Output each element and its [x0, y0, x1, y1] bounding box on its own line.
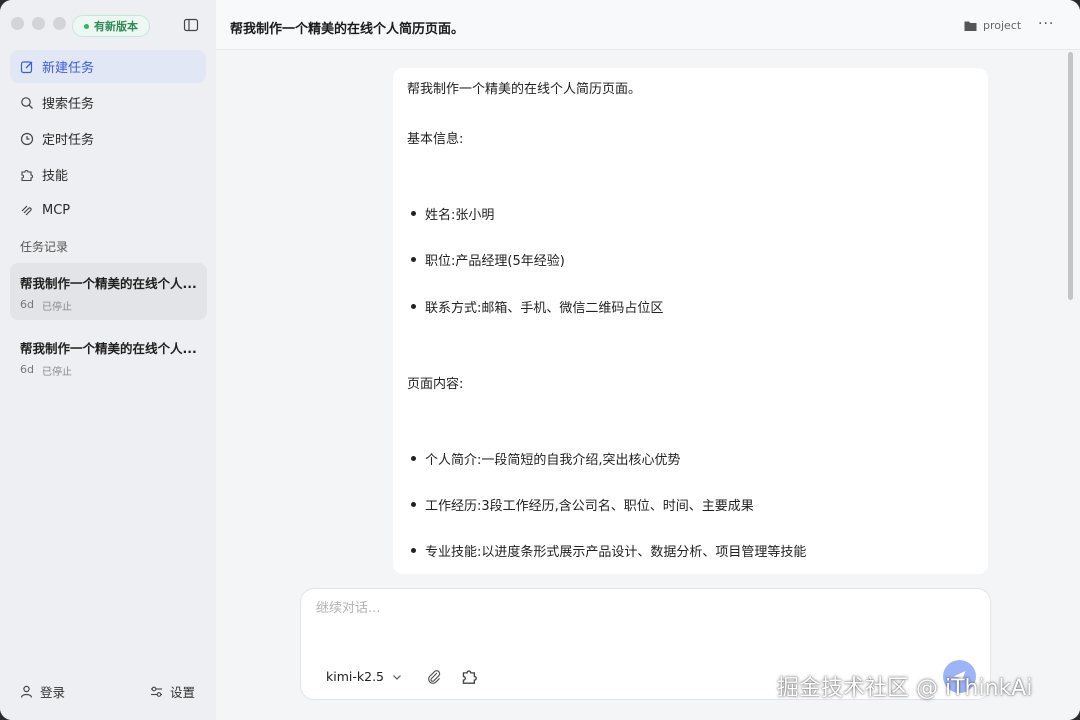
- list-item: 专业技能:以进度条形式展示产品设计、数据分析、项目管理等技能: [411, 541, 806, 560]
- task-title: 帮我制作一个精美的在线个人...: [20, 341, 197, 356]
- watermark: 掘金技术社区 @ iThinkAi: [777, 676, 1033, 701]
- mcp-icon: [21, 205, 32, 215]
- edit-icon: [20, 60, 33, 73]
- task-title: 帮我制作一个精美的在线个人...: [20, 276, 197, 291]
- sliders-icon: [151, 686, 162, 697]
- section-heading-page-content: 页面内容:: [407, 377, 464, 392]
- list-item: 工作经历:3段工作经历,含公司名、职位、时间、主要成果: [411, 495, 754, 514]
- list-item-text: 姓名:张小明: [425, 208, 495, 223]
- sidebar-item-label: 定时任务: [42, 133, 95, 148]
- sidebar: 有新版本 新建任务 搜索任务 定时任务 技能 MCP 任务记录 帮我制作一个精美…: [0, 0, 216, 720]
- settings-button[interactable]: 设置: [150, 682, 195, 701]
- task-history-item[interactable]: 帮我制作一个精美的在线个人... 6d 已停止: [10, 263, 207, 320]
- task-status: 已停止: [41, 302, 72, 313]
- chat-input[interactable]: [316, 601, 916, 616]
- sidebar-item-label: 新建任务: [42, 61, 95, 76]
- task-history-item[interactable]: 帮我制作一个精美的在线个人... 6d 已停止: [10, 328, 207, 385]
- sidebar-item-search[interactable]: 搜索任务: [10, 86, 206, 119]
- close-window-button[interactable]: [11, 17, 24, 30]
- list-item: 姓名:张小明: [411, 204, 494, 223]
- sidebar-item-scheduled[interactable]: 定时任务: [10, 122, 206, 155]
- status-dot-icon: [84, 23, 89, 29]
- list-item: 职位:产品经理(5年经验): [411, 250, 565, 269]
- plugin-icon[interactable]: [461, 668, 478, 685]
- section-heading-basic-info: 基本信息:: [407, 132, 464, 147]
- search-icon: [21, 96, 33, 109]
- task-status: 已停止: [41, 367, 72, 378]
- task-age: 6d: [20, 298, 34, 311]
- sidebar-item-skills[interactable]: 技能: [10, 158, 206, 191]
- sidebar-item-new-task[interactable]: 新建任务: [10, 50, 206, 83]
- page-title: 帮我制作一个精美的在线个人简历页面。: [230, 22, 465, 37]
- settings-label: 设置: [170, 685, 196, 700]
- user-message-card: 帮我制作一个精美的在线个人简历页面。 基本信息: 姓名:张小明 职位:产品经理(…: [393, 68, 988, 574]
- sidebar-nav: 新建任务 搜索任务 定时任务 技能 MCP: [10, 50, 206, 230]
- sidebar-item-label: MCP: [42, 203, 71, 218]
- puzzle-icon: [21, 169, 33, 181]
- list-item-text: 专业技能:以进度条形式展示产品设计、数据分析、项目管理等技能: [425, 545, 807, 560]
- minimize-window-button[interactable]: [32, 17, 45, 30]
- more-options-icon[interactable]: ···: [1038, 16, 1054, 32]
- new-version-label: 有新版本: [94, 20, 138, 33]
- topbar: 帮我制作一个精美的在线个人简历页面。 project ···: [216, 0, 1080, 50]
- list-item: 个人简介:一段简短的自我介绍,突出核心优势: [411, 449, 681, 468]
- model-selector[interactable]: kimi-k2.5: [326, 669, 402, 684]
- main-panel: 帮我制作一个精美的在线个人简历页面。 project ··· 帮我制作一个精美的…: [216, 0, 1080, 720]
- login-button[interactable]: 登录: [20, 682, 65, 701]
- task-age: 6d: [20, 363, 34, 376]
- message-intro: 帮我制作一个精美的在线个人简历页面。: [407, 82, 642, 97]
- window-controls: [11, 17, 66, 30]
- sidebar-toggle-icon[interactable]: [183, 17, 199, 33]
- project-button[interactable]: project: [964, 19, 1021, 32]
- list-item-text: 工作经历:3段工作经历,含公司名、职位、时间、主要成果: [425, 499, 754, 514]
- paperclip-icon[interactable]: [426, 668, 442, 684]
- scrollbar[interactable]: [1068, 52, 1073, 300]
- user-icon: [20, 685, 33, 698]
- maximize-window-button[interactable]: [53, 17, 66, 30]
- project-label: project: [983, 19, 1022, 32]
- new-version-badge[interactable]: 有新版本: [72, 15, 150, 37]
- list-item-text: 职位:产品经理(5年经验): [425, 254, 565, 269]
- clock-icon: [20, 132, 34, 145]
- sidebar-item-label: 技能: [42, 169, 69, 184]
- list-item-text: 个人简介:一段简短的自我介绍,突出核心优势: [425, 453, 681, 468]
- folder-icon: [964, 21, 977, 31]
- chevron-down-icon: [393, 674, 401, 680]
- list-item-text: 联系方式:邮箱、手机、微信二维码占位区: [425, 301, 664, 316]
- app-window: 有新版本 新建任务 搜索任务 定时任务 技能 MCP 任务记录 帮我制作一个精美…: [0, 0, 1080, 720]
- sidebar-item-label: 搜索任务: [42, 97, 95, 112]
- task-history-label: 任务记录: [20, 240, 69, 254]
- sidebar-item-mcp[interactable]: MCP: [10, 194, 206, 227]
- login-label: 登录: [40, 685, 66, 700]
- list-item: 联系方式:邮箱、手机、微信二维码占位区: [411, 297, 663, 316]
- model-label: kimi-k2.5: [326, 669, 384, 684]
